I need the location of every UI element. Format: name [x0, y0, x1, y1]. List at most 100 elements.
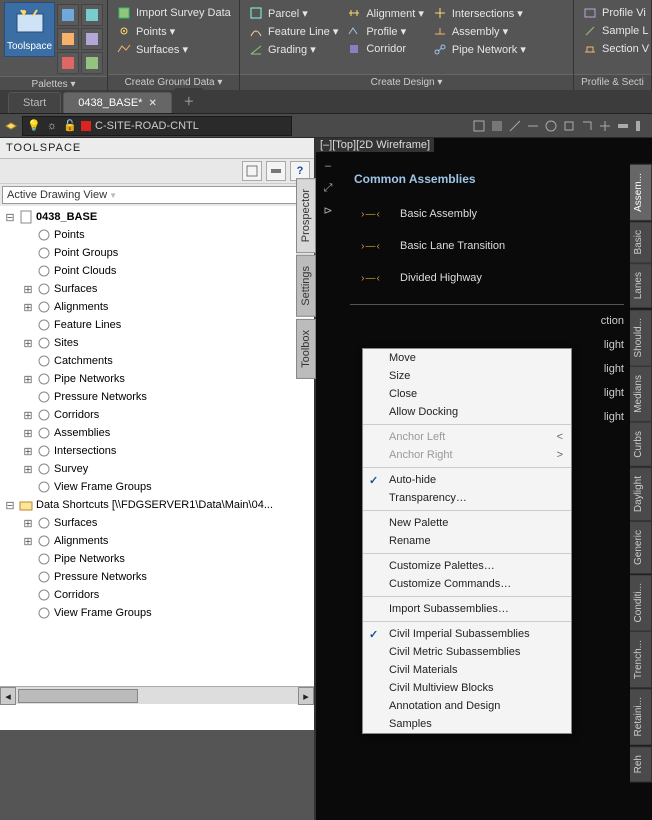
palette-tab[interactable]: Trench...: [630, 631, 652, 688]
ctx-move[interactable]: Move: [363, 349, 571, 367]
expander-icon[interactable]: ⊞: [22, 427, 34, 440]
viewport-label[interactable]: [–][Top][2D Wireframe]: [316, 138, 434, 152]
h-scrollbar[interactable]: ◂ ▸: [0, 686, 314, 704]
ctx-samples[interactable]: Samples: [363, 715, 571, 733]
palette-tab[interactable]: Curbs: [630, 422, 652, 467]
tree-item[interactable]: ⊞Surfaces: [0, 514, 314, 532]
tree-item[interactable]: ⊞Corridors: [0, 406, 314, 424]
expander-icon[interactable]: ⊞: [22, 535, 34, 548]
palette-tab[interactable]: Lanes: [630, 263, 652, 308]
layer-properties-icon[interactable]: [4, 119, 18, 133]
ctx-size[interactable]: Size: [363, 367, 571, 385]
palette-tab[interactable]: Basic: [630, 221, 652, 263]
qa-icon-9[interactable]: [616, 119, 630, 133]
expander-icon[interactable]: ⊞: [22, 301, 34, 314]
ctx-civil-metric[interactable]: Civil Metric Subassemblies: [363, 643, 571, 661]
qa-icon-7[interactable]: [580, 119, 594, 133]
ctx-import-subassemblies[interactable]: Import Subassemblies…: [363, 600, 571, 618]
palette-tab[interactable]: Should...: [630, 309, 652, 366]
expander-icon[interactable]: ⊞: [22, 409, 34, 422]
tree-item[interactable]: ⊟0438_BASE: [0, 208, 314, 226]
mini-btn-2[interactable]: [81, 4, 103, 26]
tree-item[interactable]: ⊞Assemblies: [0, 424, 314, 442]
tree-item[interactable]: Point Clouds: [0, 262, 314, 280]
qa-icon-1[interactable]: [472, 119, 486, 133]
scroll-thumb[interactable]: [18, 689, 138, 703]
palette-tab[interactable]: Daylight: [630, 467, 652, 521]
toolspace-button[interactable]: Toolspace: [4, 2, 55, 57]
tree-item[interactable]: Pressure Networks: [0, 388, 314, 406]
palette-tab[interactable]: Medians: [630, 366, 652, 422]
tree-item[interactable]: Feature Lines: [0, 316, 314, 334]
ts-btn-2[interactable]: [266, 161, 286, 181]
tree-item[interactable]: Points: [0, 226, 314, 244]
assembly-item[interactable]: ›—‹Basic Assembly: [350, 198, 624, 230]
expander-icon[interactable]: ⊞: [22, 373, 34, 386]
alignment-button[interactable]: Alignment ▾: [344, 4, 426, 22]
tab-file[interactable]: 0438_BASE*✕: [63, 92, 172, 113]
qa-icon-8[interactable]: [598, 119, 612, 133]
expander-icon[interactable]: ⊞: [22, 445, 34, 458]
qa-icon-2[interactable]: [490, 119, 504, 133]
palette-tab[interactable]: Reh: [630, 746, 652, 782]
samplelines-button[interactable]: Sample L: [580, 22, 651, 40]
expand-icon[interactable]: ⤢: [320, 182, 336, 198]
tree-item[interactable]: ⊞Alignments: [0, 298, 314, 316]
expander-icon[interactable]: ⊞: [22, 283, 34, 296]
tree-item[interactable]: Point Groups: [0, 244, 314, 262]
mini-btn-5[interactable]: [57, 52, 79, 74]
palette-tab[interactable]: Conditi...: [630, 574, 652, 631]
sectionview-button[interactable]: Section V: [580, 40, 651, 58]
qa-icon-6[interactable]: [562, 119, 576, 133]
mini-btn-6[interactable]: [81, 52, 103, 74]
ribbon-title-ground[interactable]: Create Ground Data ▾: [108, 74, 239, 90]
ctx-new-palette[interactable]: New Palette: [363, 514, 571, 532]
view-selector[interactable]: Active Drawing View▼: [2, 186, 312, 204]
assembly-item[interactable]: ›—‹Basic Lane Transition: [350, 230, 624, 262]
scroll-right-arrow[interactable]: ▸: [298, 687, 314, 705]
pipenetwork-button[interactable]: Pipe Network ▾: [430, 40, 528, 58]
tab-start[interactable]: Start: [8, 92, 61, 113]
assembly-item[interactable]: ›—‹Divided Highway: [350, 262, 624, 294]
corridor-button[interactable]: Corridor: [344, 40, 426, 58]
points-button[interactable]: Points ▾: [114, 22, 233, 40]
mini-btn-1[interactable]: [57, 4, 79, 26]
ctx-customize-palettes[interactable]: Customize Palettes…: [363, 557, 571, 575]
tree-item[interactable]: Corridors: [0, 586, 314, 604]
grading-button[interactable]: Grading ▾: [246, 40, 340, 58]
ctx-allow-docking[interactable]: Allow Docking: [363, 403, 571, 421]
layer-selector[interactable]: 💡 ☼ 🔓 C-SITE-ROAD-CNTL: [22, 116, 292, 136]
expander-icon[interactable]: ⊟: [4, 499, 16, 512]
qa-icon-3[interactable]: [508, 119, 522, 133]
expander-icon[interactable]: ⊟: [4, 211, 16, 224]
tree-item[interactable]: ⊞Pipe Networks: [0, 370, 314, 388]
ribbon-title-palettes[interactable]: Palettes ▾: [0, 76, 107, 90]
scroll-left-arrow[interactable]: ◂: [0, 687, 16, 705]
import-survey-button[interactable]: Import Survey Data: [114, 4, 233, 22]
mini-btn-3[interactable]: [57, 28, 79, 50]
assembly-item-partial[interactable]: ction: [400, 315, 624, 327]
ctx-civil-multiview[interactable]: Civil Multiview Blocks: [363, 679, 571, 697]
prospector-tree[interactable]: ⊟0438_BASEPointsPoint GroupsPoint Clouds…: [0, 206, 314, 686]
tree-item[interactable]: View Frame Groups: [0, 604, 314, 622]
featureline-button[interactable]: Feature Line ▾: [246, 22, 340, 40]
ribbon-title-sections[interactable]: Profile & Secti: [574, 74, 651, 90]
expander-icon[interactable]: ⊞: [22, 463, 34, 476]
pin-icon[interactable]: ⊳: [320, 204, 336, 220]
tree-item[interactable]: View Frame Groups: [0, 478, 314, 496]
ctx-close[interactable]: Close: [363, 385, 571, 403]
qa-icon-4[interactable]: [526, 119, 540, 133]
ctx-autohide[interactable]: ✓Auto-hide: [363, 471, 571, 489]
tree-item[interactable]: ⊞Alignments: [0, 532, 314, 550]
surfaces-button[interactable]: Surfaces ▾: [114, 40, 233, 58]
ctx-civil-materials[interactable]: Civil Materials: [363, 661, 571, 679]
tree-item[interactable]: ⊞Sites: [0, 334, 314, 352]
expander-icon[interactable]: ⊞: [22, 337, 34, 350]
ctx-rename[interactable]: Rename: [363, 532, 571, 550]
ribbon-title-design[interactable]: Create Design ▾: [240, 74, 573, 90]
ctx-customize-commands[interactable]: Customize Commands…: [363, 575, 571, 593]
profile-button[interactable]: Profile ▾: [344, 22, 426, 40]
tree-item[interactable]: ⊞Surfaces: [0, 280, 314, 298]
mini-btn-4[interactable]: [81, 28, 103, 50]
tree-item[interactable]: ⊟Data Shortcuts [\\FDGSERVER1\Data\Main\…: [0, 496, 314, 514]
